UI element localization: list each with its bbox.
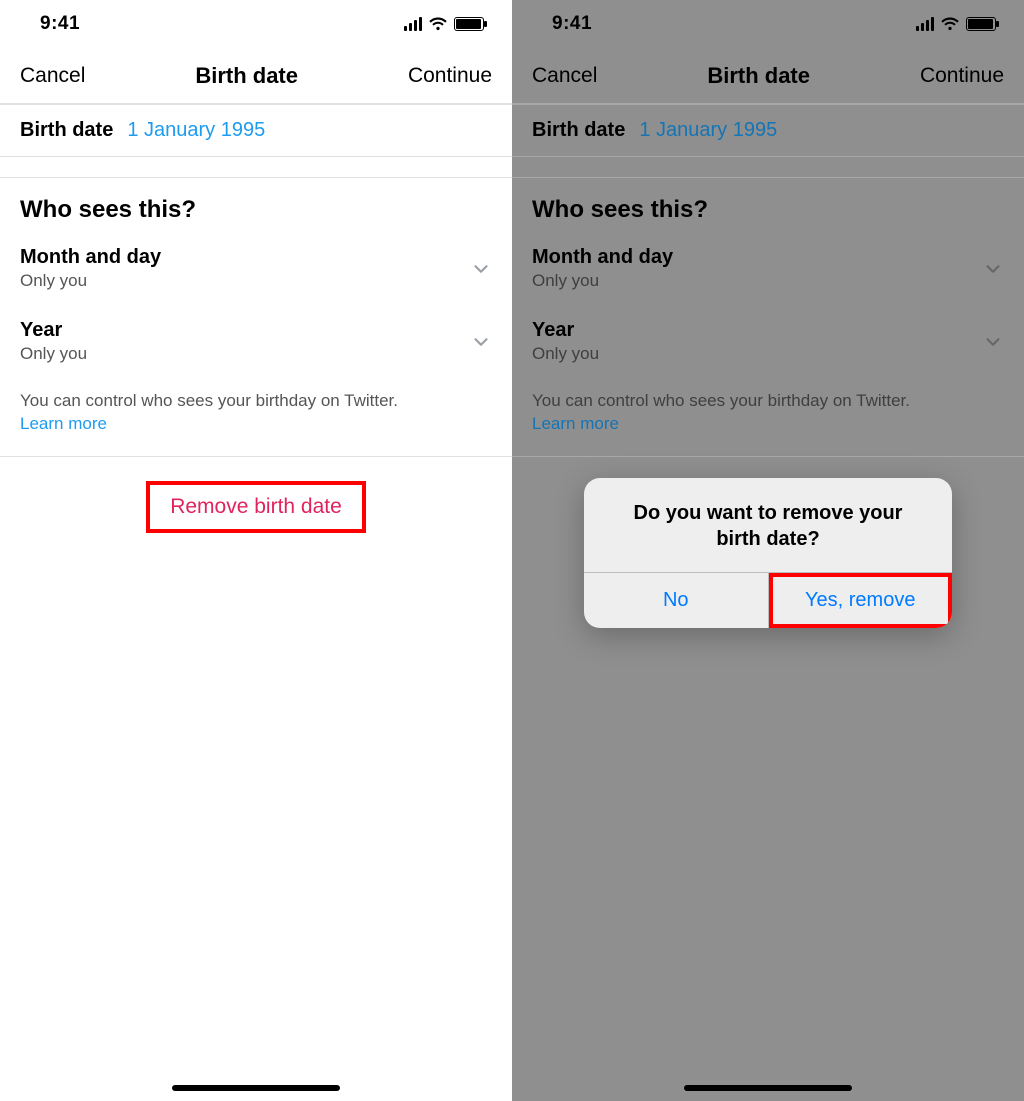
- alert-no-button[interactable]: No: [584, 573, 768, 628]
- status-icons: [404, 17, 488, 31]
- visibility-info: You can control who sees your birthday o…: [0, 378, 512, 456]
- cellular-icon: [916, 17, 934, 31]
- battery-icon: [454, 17, 484, 31]
- visibility-info-text: You can control who sees your birthday o…: [20, 391, 398, 410]
- chevron-down-icon: [982, 258, 1004, 280]
- chevron-down-icon: [470, 258, 492, 280]
- page-title: Birth date: [195, 63, 298, 89]
- battery-icon: [966, 17, 996, 31]
- visibility-info-text: You can control who sees your birthday o…: [532, 391, 910, 410]
- status-time: 9:41: [536, 13, 592, 35]
- screen-left: 9:41 Cancel Birth date Continue Birth da…: [0, 0, 512, 1101]
- year-value: Only you: [532, 344, 599, 364]
- cancel-button[interactable]: Cancel: [532, 64, 597, 88]
- year-row[interactable]: Year Only you: [0, 305, 512, 378]
- month-day-label: Month and day: [532, 246, 673, 269]
- remove-birth-date-alert: Do you want to remove your birth date? N…: [584, 478, 952, 628]
- year-row[interactable]: Year Only you: [512, 305, 1024, 378]
- birth-date-label: Birth date: [20, 119, 113, 142]
- cancel-button[interactable]: Cancel: [20, 64, 85, 88]
- alert-yes-label: Yes, remove: [805, 589, 915, 611]
- year-value: Only you: [20, 344, 87, 364]
- chevron-down-icon: [982, 331, 1004, 353]
- month-day-row[interactable]: Month and day Only you: [512, 232, 1024, 305]
- year-label: Year: [532, 319, 599, 342]
- status-bar: 9:41: [512, 0, 1024, 48]
- month-day-row[interactable]: Month and day Only you: [0, 232, 512, 305]
- continue-button[interactable]: Continue: [408, 64, 492, 88]
- continue-button[interactable]: Continue: [920, 64, 1004, 88]
- chevron-down-icon: [470, 331, 492, 353]
- nav-bar: Cancel Birth date Continue: [512, 48, 1024, 104]
- screen-right: 9:41 Cancel Birth date Continue Birth da…: [512, 0, 1024, 1101]
- who-sees-title: Who sees this?: [0, 178, 512, 232]
- remove-birth-date-button[interactable]: Remove birth date: [148, 483, 364, 531]
- birth-date-row[interactable]: Birth date 1 January 1995: [512, 105, 1024, 156]
- visibility-info: You can control who sees your birthday o…: [512, 378, 1024, 456]
- month-day-label: Month and day: [20, 246, 161, 269]
- status-time: 9:41: [24, 13, 80, 35]
- status-bar: 9:41: [0, 0, 512, 48]
- cellular-icon: [404, 17, 422, 31]
- status-icons: [916, 17, 1000, 31]
- learn-more-link[interactable]: Learn more: [532, 414, 619, 433]
- birth-date-label: Birth date: [532, 119, 625, 142]
- birth-date-row[interactable]: Birth date 1 January 1995: [0, 105, 512, 156]
- home-indicator[interactable]: [172, 1085, 340, 1091]
- learn-more-link[interactable]: Learn more: [20, 414, 107, 433]
- alert-yes-button[interactable]: Yes, remove: [768, 573, 953, 628]
- year-label: Year: [20, 319, 87, 342]
- birth-date-value: 1 January 1995: [127, 119, 265, 142]
- birth-date-value: 1 January 1995: [639, 119, 777, 142]
- month-day-value: Only you: [20, 271, 161, 291]
- nav-bar: Cancel Birth date Continue: [0, 48, 512, 104]
- who-sees-title: Who sees this?: [512, 178, 1024, 232]
- month-day-value: Only you: [532, 271, 673, 291]
- alert-title: Do you want to remove your birth date?: [584, 478, 952, 572]
- wifi-icon: [940, 17, 960, 31]
- wifi-icon: [428, 17, 448, 31]
- home-indicator[interactable]: [684, 1085, 852, 1091]
- page-title: Birth date: [707, 63, 810, 89]
